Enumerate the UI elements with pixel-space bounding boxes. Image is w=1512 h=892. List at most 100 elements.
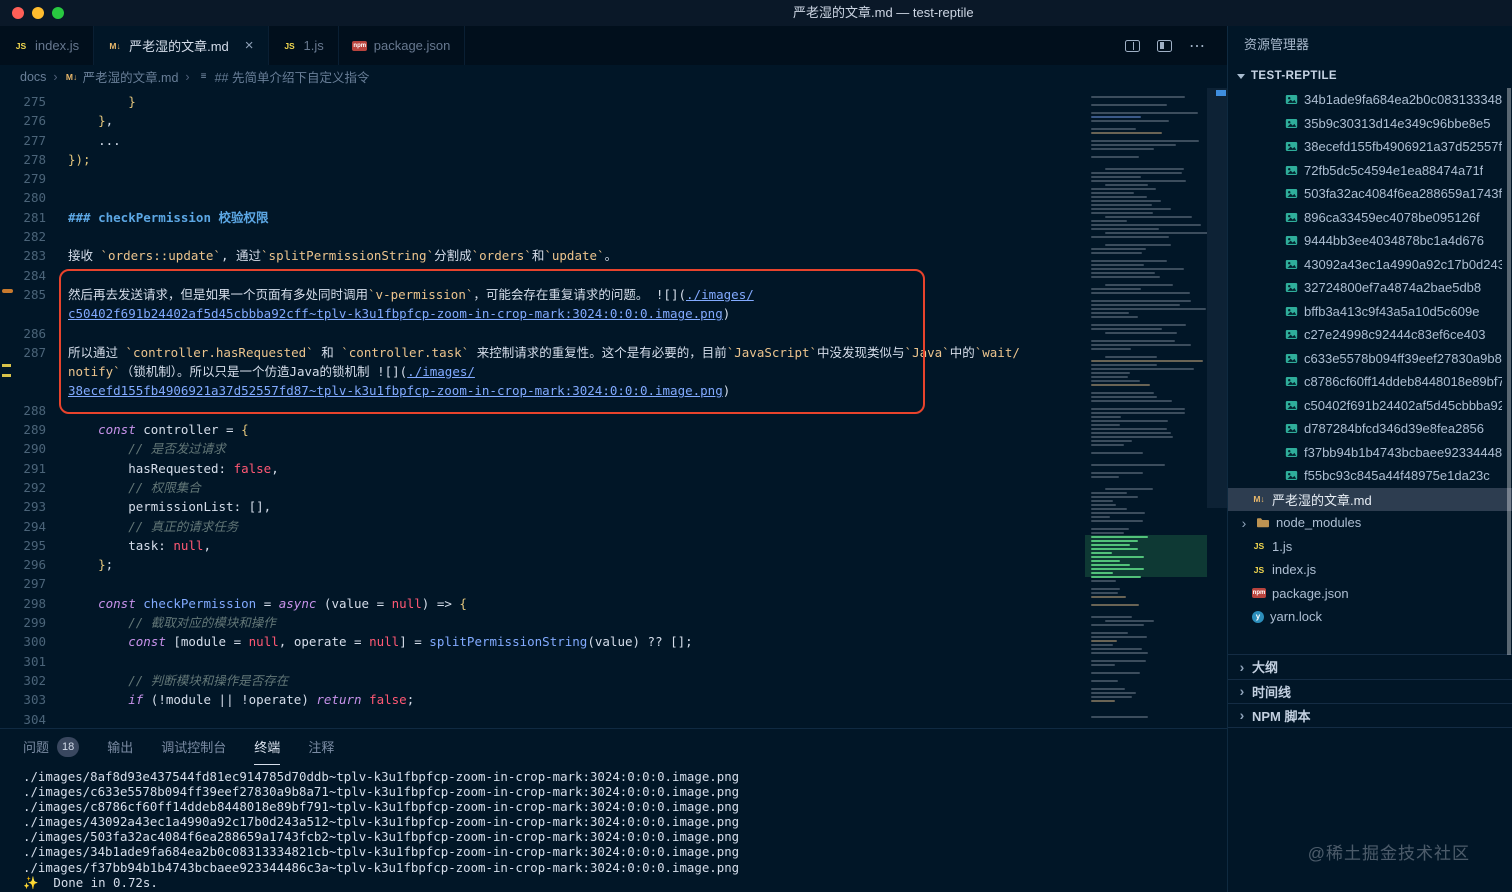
sidebar-section-大纲[interactable]: › 大纲 [1228, 654, 1512, 679]
gutter-modified-marker [2, 364, 11, 367]
breadcrumb-item[interactable]: docs [20, 70, 46, 84]
file-name: 32724800ef7a4874a2bae5db8 [1304, 280, 1482, 296]
section-label: NPM 脚本 [1252, 708, 1311, 724]
line-number: 278 [23, 151, 46, 167]
image-icon [1284, 164, 1298, 177]
panel-tab-调试控制台[interactable]: 调试控制台 [161, 729, 226, 765]
editor-tab-package.json[interactable]: npm package.json [338, 26, 466, 65]
file-row-503fa32ac4084f6ea288659a1743fcb2[interactable]: 503fa32ac4084f6ea288659a1743fcb2 [1228, 182, 1512, 206]
sidebar-section-NPM 脚本[interactable]: › NPM 脚本 [1228, 703, 1512, 728]
panel-tab-终端[interactable]: 终端 [254, 729, 281, 765]
maximize-window-button[interactable] [52, 7, 64, 19]
overview-ruler-marker [1216, 90, 1226, 96]
file-row-yarn.lock[interactable]: y yarn.lock [1228, 605, 1512, 629]
file-row-index.js[interactable]: JS index.js [1228, 558, 1512, 582]
sidebar-section-时间线[interactable]: › 时间线 [1228, 678, 1512, 704]
split-editor-icon[interactable] [1125, 39, 1140, 52]
code-line: 295 task: null, [0, 536, 1020, 555]
file-row-package.json[interactable]: npm package.json [1228, 582, 1512, 606]
image-icon [1284, 140, 1298, 153]
scrollbar-thumb[interactable] [1207, 88, 1227, 508]
editor-tab-1.js[interactable]: JS 1.js [268, 26, 339, 65]
file-row-1.js[interactable]: JS 1.js [1228, 535, 1512, 559]
panel-tab-注释[interactable]: 注释 [308, 729, 334, 765]
file-row-node_modules[interactable]: › node_modules [1228, 511, 1512, 535]
js-icon: JS [1253, 564, 1265, 575]
code-text: 然后再去发送请求，但是如果一个页面有多处同时调用`v-permission`，可… [68, 286, 754, 302]
chevron-right-icon: › [1241, 514, 1247, 531]
sidebar-scrollbar[interactable] [1507, 88, 1511, 655]
section-label: 时间线 [1252, 684, 1292, 700]
file-row-c633e5578b094ff39eef27830a9b8a71[interactable]: c633e5578b094ff39eef27830a9b8a71 [1228, 347, 1512, 371]
file-row-f55bc93c845a44f48975e1da23c[interactable]: f55bc93c845a44f48975e1da23c [1228, 464, 1512, 488]
line-number: 286 [23, 325, 46, 341]
npm-icon: npm [352, 40, 368, 51]
minimap[interactable] [1085, 88, 1207, 728]
file-row-严老湿的文章.md[interactable]: M↓ 严老湿的文章.md [1228, 487, 1512, 511]
code-line: 289 const controller = { [0, 420, 1020, 439]
traffic-lights [12, 7, 64, 19]
editor-tab-严老湿的文章.md[interactable]: M↓ 严老湿的文章.md × [94, 26, 269, 65]
workspace-section-header[interactable]: TEST-REPTILE [1228, 64, 1512, 88]
file-row-c50402f691b24402af5d45cbbba92cff[interactable]: c50402f691b24402af5d45cbbba92cff [1228, 394, 1512, 418]
file-row-32724800ef7a4874a2bae5db8[interactable]: 32724800ef7a4874a2bae5db8 [1228, 276, 1512, 300]
breadcrumb-item[interactable]: M↓ 严老湿的文章.md [65, 67, 179, 86]
code-editor[interactable]: 275 } 276 }, 277 ... 278}); 279 280 281 ### che… [0, 88, 1227, 728]
panel-tab-问题[interactable]: 问题 18 [23, 729, 80, 765]
file-row-c27e24998c92444c83ef6ce403[interactable]: c27e24998c92444c83ef6ce403 [1228, 323, 1512, 347]
gutter-modified-marker [2, 374, 11, 377]
file-tree: 34b1ade9fa684ea2b0c08313334821cb 35b9c303… [1228, 88, 1512, 629]
file-name: c50402f691b24402af5d45cbbba92cff [1304, 397, 1502, 413]
code-text: task: null, [68, 537, 211, 553]
file-row-35b9c30313d14e349c96bbe8e5[interactable]: 35b9c30313d14e349c96bbe8e5 [1228, 112, 1512, 136]
code-line: 281 ### checkPermission 校验权限 [0, 208, 1020, 227]
file-row-f37bb94b1b4743bcbaee923344486c3a[interactable]: f37bb94b1b4743bcbaee923344486c3a [1228, 441, 1512, 465]
close-window-button[interactable] [12, 7, 24, 19]
file-row-c8786cf60ff14ddeb8448018e89bf791[interactable]: c8786cf60ff14ddeb8448018e89bf791 [1228, 370, 1512, 394]
more-actions-icon[interactable] [1189, 36, 1205, 56]
code-text: const [module = null, operate = null] = … [128, 634, 693, 650]
image-icon [1284, 305, 1298, 318]
file-row-72fb5dc5c4594e1ea88474a71f[interactable]: 72fb5dc5c4594e1ea88474a71f [1228, 159, 1512, 183]
line-number: 297 [23, 576, 46, 592]
panel-tab-输出[interactable]: 输出 [107, 729, 133, 765]
toggle-layout-icon[interactable] [1157, 39, 1172, 52]
editor-group: JS index.js M↓ 严老湿的文章.md × JS 1.js npm package.j… [0, 26, 1228, 892]
breadcrumb-separator: › [185, 69, 190, 84]
line-number: 289 [23, 422, 46, 438]
breadcrumb-separator: › [53, 69, 58, 84]
code-text: hasRequested: false, [68, 460, 279, 476]
line-number: 294 [23, 518, 46, 534]
minimize-window-button[interactable] [32, 7, 44, 19]
panel-tab-label: 注释 [308, 740, 335, 755]
explorer-sidebar: 资源管理器 TEST-REPTILE 34b1ade9fa684ea2b0c08… [1228, 26, 1512, 892]
code-text: const checkPermission = async (value = n… [98, 595, 467, 611]
editor-scrollbar[interactable] [1207, 88, 1227, 728]
code-line: 275 } [0, 92, 1020, 111]
file-row-d787284bfcd346d39e8fea2856[interactable]: d787284bfcd346d39e8fea2856 [1228, 417, 1512, 441]
file-row-9444bb3ee4034878bc1a4d676[interactable]: 9444bb3ee4034878bc1a4d676 [1228, 229, 1512, 253]
line-number: 279 [23, 171, 46, 187]
file-row-34b1ade9fa684ea2b0c08313334821cb[interactable]: 34b1ade9fa684ea2b0c08313334821cb [1228, 88, 1512, 112]
js-icon: JS [1253, 541, 1265, 552]
code-text: permissionList: [], [68, 499, 272, 515]
code-text: // 权限集合 [68, 479, 201, 495]
code-text: ### checkPermission 校验权限 [68, 209, 269, 225]
file-name: yarn.lock [1270, 609, 1323, 625]
file-row-38ecefd155fb4906921a37d52557fd87[interactable]: 38ecefd155fb4906921a37d52557fd87 [1228, 135, 1512, 159]
code-text: 接收 `orders::update`, 通过`splitPermissionS… [68, 248, 618, 264]
image-icon [1284, 187, 1298, 200]
editor-tab-index.js[interactable]: JS index.js [0, 26, 95, 65]
file-row-896ca33459ec4078be095126f[interactable]: 896ca33459ec4078be095126f [1228, 206, 1512, 230]
breadcrumb-item[interactable]: ≡ ## 先简单介绍下自定义指令 [197, 67, 370, 86]
file-row-bffb3a413c9f43a5a10d5c609e[interactable]: bffb3a413c9f43a5a10d5c609e [1228, 300, 1512, 324]
tab-close-icon[interactable]: × [245, 38, 254, 53]
terminal-output[interactable]: ./images/8af8d93e437544fd81ec914785d70dd… [23, 769, 739, 892]
line-number: 277 [23, 132, 46, 148]
file-row-43092a43ec1a4990a92c17b0d243a512[interactable]: 43092a43ec1a4990a92c17b0d243a512 [1228, 253, 1512, 277]
code-line: 280 [0, 188, 1020, 207]
image-icon [1284, 422, 1298, 435]
